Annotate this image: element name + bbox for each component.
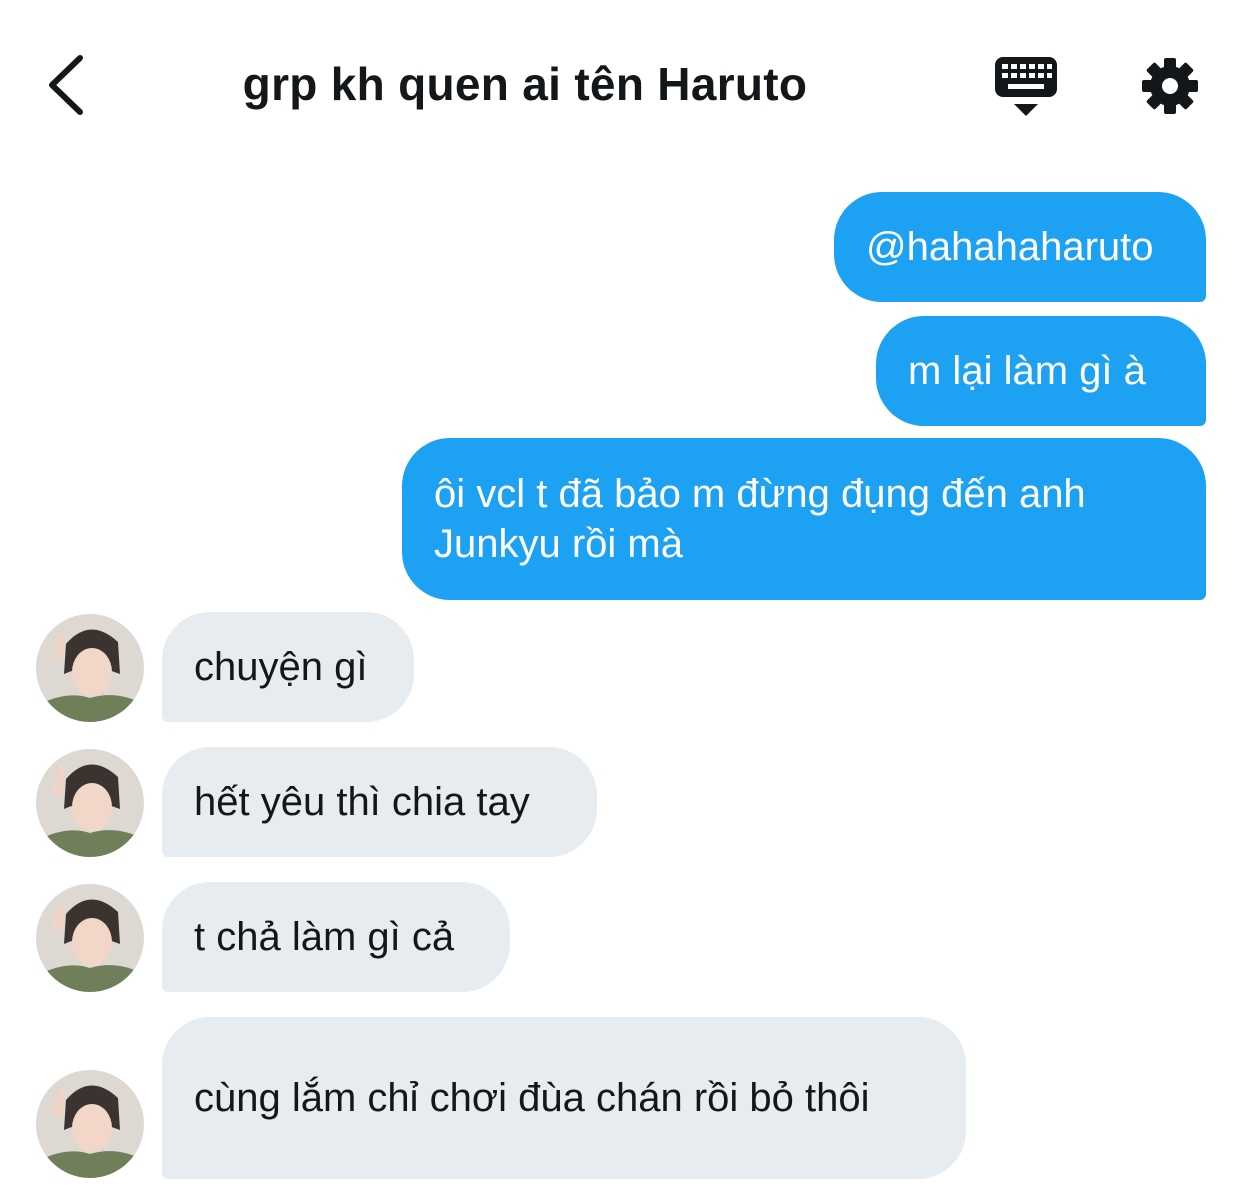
keyboard-icon xyxy=(995,57,1057,116)
avatar[interactable] xyxy=(36,614,144,722)
message-bubble-incoming[interactable]: cùng lắm chỉ chơi đùa chán rồi bỏ thôi xyxy=(162,1017,966,1179)
gear-icon xyxy=(1142,58,1198,114)
message-bubble-incoming[interactable]: chuyện gì xyxy=(162,612,414,722)
keyboard-button[interactable] xyxy=(992,54,1060,118)
message-bubble-outgoing[interactable]: ôi vcl t đã bảo m đừng đụng đến anh Junk… xyxy=(402,438,1206,600)
message-text: t chả làm gì cả xyxy=(194,915,455,959)
back-button[interactable] xyxy=(38,50,98,120)
message-bubble-outgoing[interactable]: m lại làm gì à xyxy=(876,316,1206,426)
message-text: chuyện gì xyxy=(194,645,368,689)
message-text: @hahahaharuto xyxy=(866,225,1154,269)
avatar[interactable] xyxy=(36,749,144,857)
conversation-header: grp kh quen ai tên Haruto xyxy=(0,0,1242,170)
avatar[interactable] xyxy=(36,884,144,992)
avatar-photo xyxy=(36,614,144,722)
avatar[interactable] xyxy=(36,1070,144,1178)
conversation-title: grp kh quen ai tên Haruto xyxy=(242,58,808,110)
message-text: ôi vcl t đã bảo m đừng đụng đến anh Junk… xyxy=(434,472,1097,566)
avatar-photo xyxy=(36,1070,144,1178)
message-text: m lại làm gì à xyxy=(908,349,1146,393)
message-text: hết yêu thì chia tay xyxy=(194,780,530,824)
message-text: cùng lắm chỉ chơi đùa chán rồi bỏ thôi xyxy=(194,1076,870,1120)
settings-button[interactable] xyxy=(1138,54,1202,118)
avatar-photo xyxy=(36,749,144,857)
message-bubble-incoming[interactable]: hết yêu thì chia tay xyxy=(162,747,597,857)
chevron-left-icon xyxy=(49,55,83,115)
message-bubble-incoming[interactable]: t chả làm gì cả xyxy=(162,882,510,992)
message-bubble-outgoing[interactable]: @hahahaharuto xyxy=(834,192,1206,302)
avatar-photo xyxy=(36,884,144,992)
